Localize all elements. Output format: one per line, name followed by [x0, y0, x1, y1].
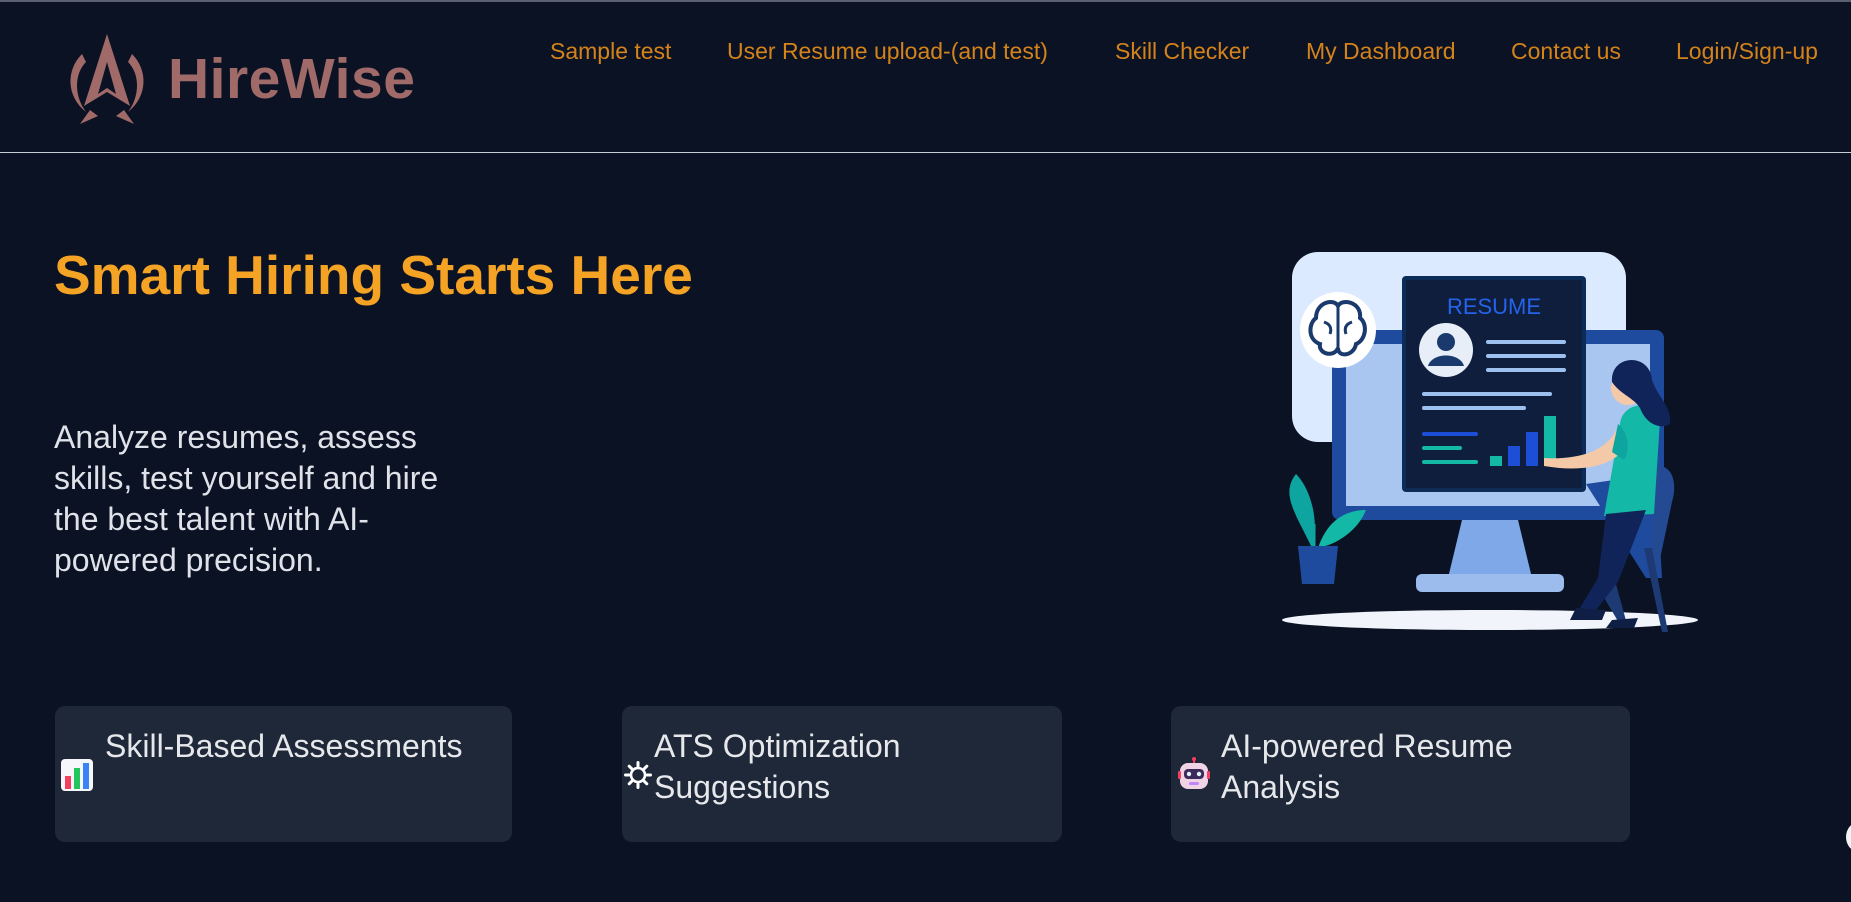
- feature-card-ai-resume-analysis[interactable]: AI-powered Resume Analysis: [1171, 706, 1630, 842]
- nav-contact-us[interactable]: Contact us: [1511, 38, 1621, 65]
- hero-illustration: RESUME: [1282, 252, 1698, 632]
- feature-title: ATS Optimization Suggestions: [654, 728, 901, 805]
- main-nav: Sample test User Resume upload-(and test…: [550, 38, 1851, 68]
- nav-resume-upload[interactable]: User Resume upload-(and test): [727, 38, 1048, 65]
- robot-icon: [1178, 757, 1210, 789]
- arrow-a-logo-icon: [70, 34, 144, 124]
- chat-widget-button[interactable]: [1846, 822, 1851, 852]
- feature-title: AI-powered Resume Analysis: [1221, 728, 1513, 805]
- site-header: HireWise Sample test User Resume upload-…: [0, 2, 1851, 153]
- resume-label: RESUME: [1447, 294, 1541, 319]
- hero-description: Analyze resumes, assess skills, test you…: [54, 419, 439, 578]
- feature-title: Skill-Based Assessments: [105, 728, 463, 764]
- hero-title: Smart Hiring Starts Here: [54, 244, 693, 306]
- brand[interactable]: HireWise: [60, 32, 415, 126]
- gear-icon: [624, 761, 652, 789]
- feature-card-ats-optimization[interactable]: ATS Optimization Suggestions: [622, 706, 1062, 842]
- bar-chart-emoji-icon: [61, 759, 93, 791]
- nav-skill-checker[interactable]: Skill Checker: [1115, 38, 1249, 65]
- brand-name: HireWise: [168, 46, 416, 111]
- nav-login-signup[interactable]: Login/Sign-up: [1676, 38, 1818, 65]
- feature-card-skill-assessments[interactable]: Skill-Based Assessments: [55, 706, 512, 842]
- nav-my-dashboard[interactable]: My Dashboard: [1306, 38, 1456, 65]
- brain-icon: [1300, 292, 1376, 368]
- profile-avatar-icon: [1419, 323, 1473, 377]
- nav-sample-test[interactable]: Sample test: [550, 38, 671, 65]
